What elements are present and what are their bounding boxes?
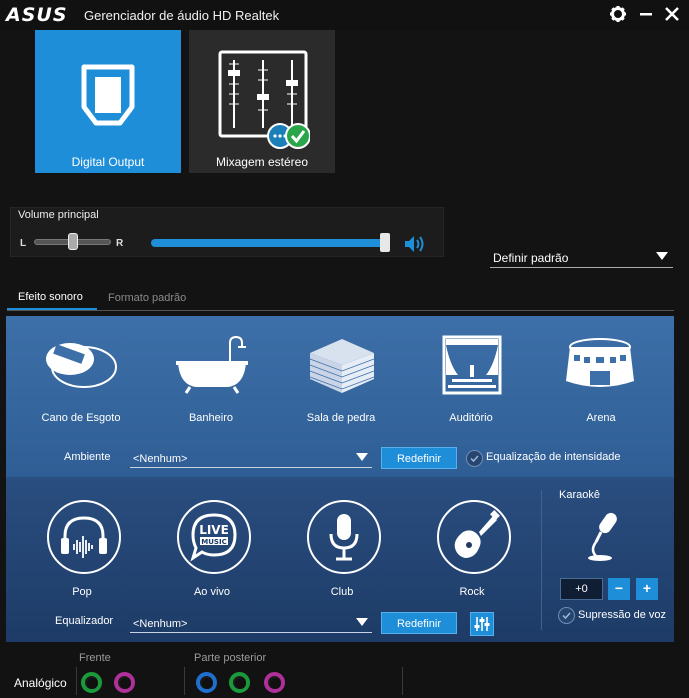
equalizer-settings-button[interactable] [470,612,494,636]
voice-cancel-label: Supressão de voz [578,609,667,621]
checkmark-icon [562,612,571,620]
window-title: Gerenciador de áudio HD Realtek [84,8,280,23]
jack-socket [87,678,98,689]
arena-icon[interactable] [560,335,640,395]
karaoke-title: Karaokê [559,489,600,501]
rear-jacks-label: Parte posterior [194,652,267,664]
loudness-label: Equalização de intensidade [486,451,621,463]
genre-live[interactable]: LIVE MUSIC [177,500,251,574]
jack-socket [235,678,246,689]
genre-rock[interactable] [437,500,511,574]
chevron-down-icon[interactable] [356,618,368,626]
balance-left-label: L [20,238,27,249]
chevron-down-icon[interactable] [656,252,668,260]
volume-title: Volume principal [18,209,99,221]
device-tile-stereo-mix[interactable]: Mixagem estéreo [189,30,335,173]
env-label-stone-room: Sala de pedra [306,412,376,424]
genre-label-rock: Rock [459,586,485,598]
env-label-auditorium: Auditório [449,412,493,424]
ambient-label: Ambiente [64,451,111,463]
default-device-label: Definir padrão [493,251,569,265]
device-label: Mixagem estéreo [215,155,309,169]
minimize-icon[interactable] [637,5,655,23]
env-label-arena: Arena [586,412,616,424]
tab-sound-effects-label: Efeito sonoro [18,291,83,303]
auditorium-icon[interactable] [432,335,512,395]
balance-right-label: R [116,238,124,249]
connector-divider [184,667,185,695]
headphones-icon [61,516,107,558]
env-label-sewer-pipe: Cano de Esgoto [41,412,121,424]
connector-bar [0,642,689,698]
volume-slider-fill [151,239,385,247]
volume-slider-handle[interactable] [380,233,390,252]
genre-label-club: Club [330,586,354,598]
jack-socket [202,678,213,689]
rear-jack-pink[interactable] [264,672,285,693]
env-label-bathroom: Banheiro [188,412,234,424]
sewer-pipe-icon[interactable] [40,335,120,395]
device-label: Digital Output [71,155,145,169]
chevron-down-icon[interactable] [356,453,368,461]
sliders-icon [474,617,490,631]
genre-label-live: Ao vivo [193,586,231,598]
close-icon[interactable] [663,5,681,23]
equalizer-dropdown-value: <Nenhum> [133,618,188,630]
karaoke-pitch-down-button[interactable]: − [608,578,630,600]
speaker-icon[interactable] [403,234,427,254]
equalizer-reset-button[interactable]: Redefinir [381,612,457,634]
connector-divider [76,667,77,695]
jack-socket [120,678,131,689]
ambient-dropdown-value: <Nenhum> [133,453,188,465]
asus-logo: ASUS [6,4,68,26]
microphone-icon [329,514,359,561]
genre-club[interactable] [307,500,381,574]
tab-default-format[interactable]: Formato padrão [108,292,186,304]
genre-pop[interactable] [47,500,121,574]
tab-divider [7,310,674,311]
bathtub-icon[interactable] [172,335,252,395]
connector-divider [402,667,403,695]
karaoke-microphone-icon [588,512,617,561]
guitar-icon [454,510,500,558]
device-tile-digital-output[interactable]: Digital Output [35,30,181,173]
analog-label: Analógico [14,676,67,690]
karaoke-divider [541,490,542,630]
front-jack-pink[interactable] [114,672,135,693]
stone-room-icon[interactable] [302,335,382,395]
live-badge-top-text: LIVE [199,523,229,537]
checkmark-icon [470,455,479,463]
loudness-checkbox[interactable] [466,450,483,467]
jack-socket [270,678,281,689]
rear-jack-blue[interactable] [196,672,217,693]
gear-icon[interactable] [609,5,627,23]
rear-jack-green[interactable] [229,672,250,693]
mixer-icon [218,50,310,149]
karaoke-pitch-up-button[interactable]: + [636,578,658,600]
genre-label-pop: Pop [72,586,92,598]
digital-output-icon [81,64,135,126]
balance-slider-handle[interactable] [68,233,78,250]
equalizer-label: Equalizador [55,615,114,627]
karaoke-pitch-value: +0 [560,578,603,600]
front-jack-green[interactable] [81,672,102,693]
front-jacks-label: Frente [79,652,111,664]
live-music-icon: LIVE MUSIC [190,513,237,562]
voice-cancel-checkbox[interactable] [558,607,575,624]
ambient-reset-button[interactable]: Redefinir [381,447,457,469]
live-badge-bottom-text: MUSIC [201,538,226,546]
